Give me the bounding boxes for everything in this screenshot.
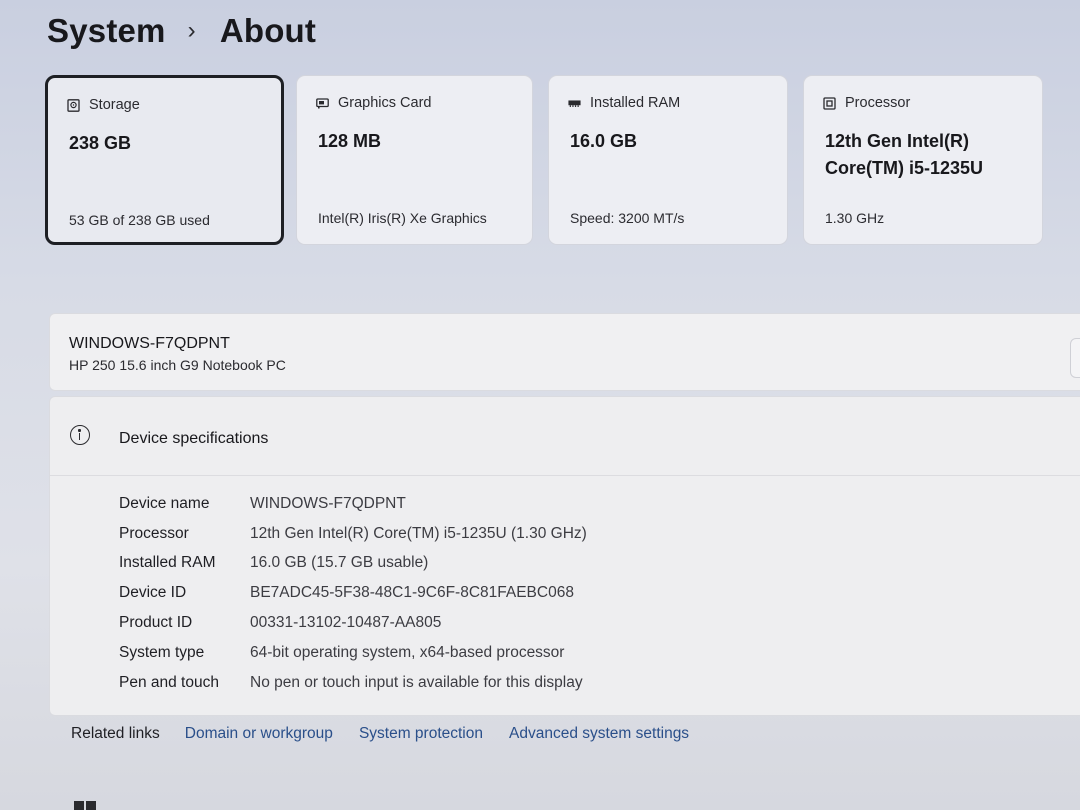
spec-value: BE7ADC45-5F38-48C1-9C6F-8C81FAEBC068 xyxy=(250,584,574,602)
storage-usage: 53 GB of 238 GB used xyxy=(69,212,210,228)
spec-value: 64-bit operating system, x64-based proce… xyxy=(250,643,565,661)
processor-card[interactable]: Processor 12th Gen Intel(R) Core(TM) i5-… xyxy=(803,75,1043,245)
processor-card-header: Processor xyxy=(823,95,910,111)
spec-value: 00331-13102-10487-AA805 xyxy=(250,614,442,632)
ram-speed: Speed: 3200 MT/s xyxy=(570,210,685,226)
processor-value: 12th Gen Intel(R) Core(TM) i5-1235U xyxy=(825,128,983,182)
link-advanced-system-settings[interactable]: Advanced system settings xyxy=(509,725,689,743)
spec-key: Pen and touch xyxy=(119,673,219,691)
ram-value: 16.0 GB xyxy=(570,131,638,151)
spec-key: Processor xyxy=(119,524,189,542)
info-icon xyxy=(70,425,90,445)
graphics-value: 128 MB xyxy=(318,131,382,151)
spec-value: 16.0 GB (15.7 GB usable) xyxy=(250,554,429,572)
spec-key: Installed RAM xyxy=(119,554,216,572)
spec-row-product-id: Product ID 00331-13102-10487-AA805 xyxy=(119,608,587,638)
link-domain-or-workgroup[interactable]: Domain or workgroup xyxy=(185,725,333,743)
spec-row-installed-ram: Installed RAM 16.0 GB (15.7 GB usable) xyxy=(119,549,587,579)
related-links-label: Related links xyxy=(71,725,160,742)
device-specifications-panel: Device specifications Device name WINDOW… xyxy=(49,396,1080,716)
spec-value: WINDOWS-F7QDPNT xyxy=(250,494,406,512)
spec-key: Device ID xyxy=(119,584,187,602)
ram-icon xyxy=(568,99,581,107)
spec-list: Device name WINDOWS-F7QDPNT Processor 12… xyxy=(119,489,587,698)
processor-value-line1: 12th Gen Intel(R) xyxy=(825,131,970,151)
processor-label: Processor xyxy=(845,95,911,111)
graphics-label: Graphics Card xyxy=(338,95,432,111)
graphics-card-header: Graphics Card xyxy=(316,95,431,111)
device-specifications-title: Device specifications xyxy=(119,430,269,447)
processor-speed: 1.30 GHz xyxy=(825,210,885,226)
spec-row-device-name: Device name WINDOWS-F7QDPNT xyxy=(119,489,587,519)
storage-label: Storage xyxy=(89,97,140,113)
spec-row-processor: Processor 12th Gen Intel(R) Core(TM) i5-… xyxy=(119,519,587,549)
spec-value: 12th Gen Intel(R) Core(TM) i5-1235U (1.3… xyxy=(250,524,587,542)
spec-key: Product ID xyxy=(119,614,193,632)
processor-icon xyxy=(823,96,836,110)
rename-button[interactable] xyxy=(1070,338,1080,378)
windows-logo-icon xyxy=(74,801,96,810)
device-model: HP 250 15.6 inch G9 Notebook PC xyxy=(69,357,286,373)
graphics-card[interactable]: Graphics Card 128 MB Intel(R) Iris(R) Xe… xyxy=(296,75,533,245)
ram-card-header: Installed RAM xyxy=(568,95,680,111)
spec-row-system-type: System type 64-bit operating system, x64… xyxy=(119,638,587,668)
spec-row-pen-and-touch: Pen and touch No pen or touch input is a… xyxy=(119,668,587,698)
link-system-protection[interactable]: System protection xyxy=(359,725,483,743)
ram-label: Installed RAM xyxy=(590,95,681,111)
device-specifications-header[interactable]: Device specifications xyxy=(50,397,1080,476)
breadcrumb: System › About xyxy=(47,12,316,50)
graphics-model: Intel(R) Iris(R) Xe Graphics xyxy=(318,210,487,226)
breadcrumb-system[interactable]: System xyxy=(47,12,166,50)
windows-logo-pane xyxy=(86,801,96,810)
spec-value: No pen or touch input is available for t… xyxy=(250,673,583,691)
related-links: Related links Domain or workgroup System… xyxy=(71,725,715,743)
chevron-right-icon: › xyxy=(187,17,196,44)
device-panel: WINDOWS-F7QDPNT HP 250 15.6 inch G9 Note… xyxy=(49,313,1080,391)
spec-key: Device name xyxy=(119,494,210,512)
ram-card[interactable]: Installed RAM 16.0 GB Speed: 3200 MT/s xyxy=(548,75,788,245)
windows-logo-pane xyxy=(74,801,84,810)
storage-card[interactable]: Storage 238 GB 53 GB of 238 GB used xyxy=(45,75,284,245)
summary-cards: Storage 238 GB 53 GB of 238 GB used Grap… xyxy=(45,75,1045,247)
graphics-card-icon xyxy=(316,97,329,108)
page-title: About xyxy=(219,12,317,49)
device-name: WINDOWS-F7QDPNT xyxy=(69,335,230,352)
spec-key: System type xyxy=(119,643,205,661)
spec-row-device-id: Device ID BE7ADC45-5F38-48C1-9C6F-8C81FA… xyxy=(119,578,587,608)
storage-card-header: Storage xyxy=(67,97,140,113)
storage-icon xyxy=(67,98,80,112)
storage-value: 238 GB xyxy=(69,133,132,153)
processor-value-line2: Core(TM) i5-1235U xyxy=(825,158,984,178)
